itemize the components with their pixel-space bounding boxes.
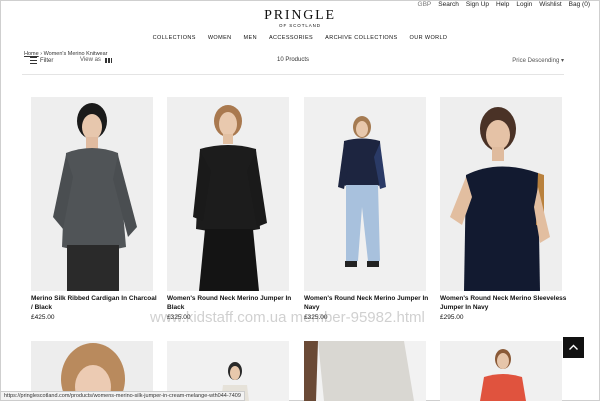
brand-subtitle: OF SCOTLAND [279, 23, 321, 28]
sort-label: Price Descending [512, 58, 560, 64]
help-link[interactable]: Help [496, 1, 509, 8]
product-price: £425.00 [31, 314, 55, 321]
wishlist-link[interactable]: Wishlist [539, 1, 561, 8]
nav-archive-collections[interactable]: ARCHIVE COLLECTIONS [325, 35, 397, 41]
search-link[interactable]: Search [438, 1, 459, 8]
product-image[interactable] [304, 341, 426, 401]
chevron-down-icon: ▾ [560, 58, 564, 64]
status-bar-url: https://pringlescotland.com/products/wom… [0, 391, 245, 401]
nav-men[interactable]: MEN [244, 35, 257, 41]
login-link[interactable]: Login [516, 1, 532, 8]
main-nav: COLLECTIONS WOMEN MEN ACCESSORIES ARCHIV… [0, 35, 600, 41]
sort-select[interactable]: Price Descending ▾ [512, 57, 564, 64]
bag-link[interactable]: Bag (0) [569, 1, 590, 8]
watermark-text: www.kidstaff.com.ua member-95982.html [150, 309, 425, 326]
product-image[interactable] [167, 97, 289, 291]
signup-link[interactable]: Sign Up [466, 1, 489, 8]
nav-collections[interactable]: COLLECTIONS [153, 35, 196, 41]
product-price: £295.00 [440, 314, 464, 321]
product-image[interactable] [440, 341, 562, 401]
product-count: 10 Products [276, 57, 310, 63]
back-to-top-button[interactable] [563, 337, 584, 358]
utility-bar: GBP Search Sign Up Help Login Wishlist B… [418, 1, 590, 8]
product-name[interactable]: Women's Round Neck Merino Sleeveless Jum… [440, 294, 568, 312]
nav-accessories[interactable]: ACCESSORIES [269, 35, 313, 41]
nav-women[interactable]: WOMEN [208, 35, 232, 41]
currency-selector[interactable]: GBP [418, 1, 432, 8]
product-image[interactable] [440, 97, 562, 291]
product-image[interactable] [304, 97, 426, 291]
product-image[interactable] [31, 97, 153, 291]
brand-logo[interactable]: PRINGLE OF SCOTLAND [0, 8, 600, 28]
product-name[interactable]: Merino Silk Ribbed Cardigan In Charcoal … [31, 294, 159, 312]
nav-our-world[interactable]: OUR WORLD [410, 35, 448, 41]
brand-name: PRINGLE [264, 8, 336, 23]
chevron-up-icon [569, 344, 578, 350]
collection-toolbar: Filter View as 10 Products Price Descend… [22, 57, 564, 75]
